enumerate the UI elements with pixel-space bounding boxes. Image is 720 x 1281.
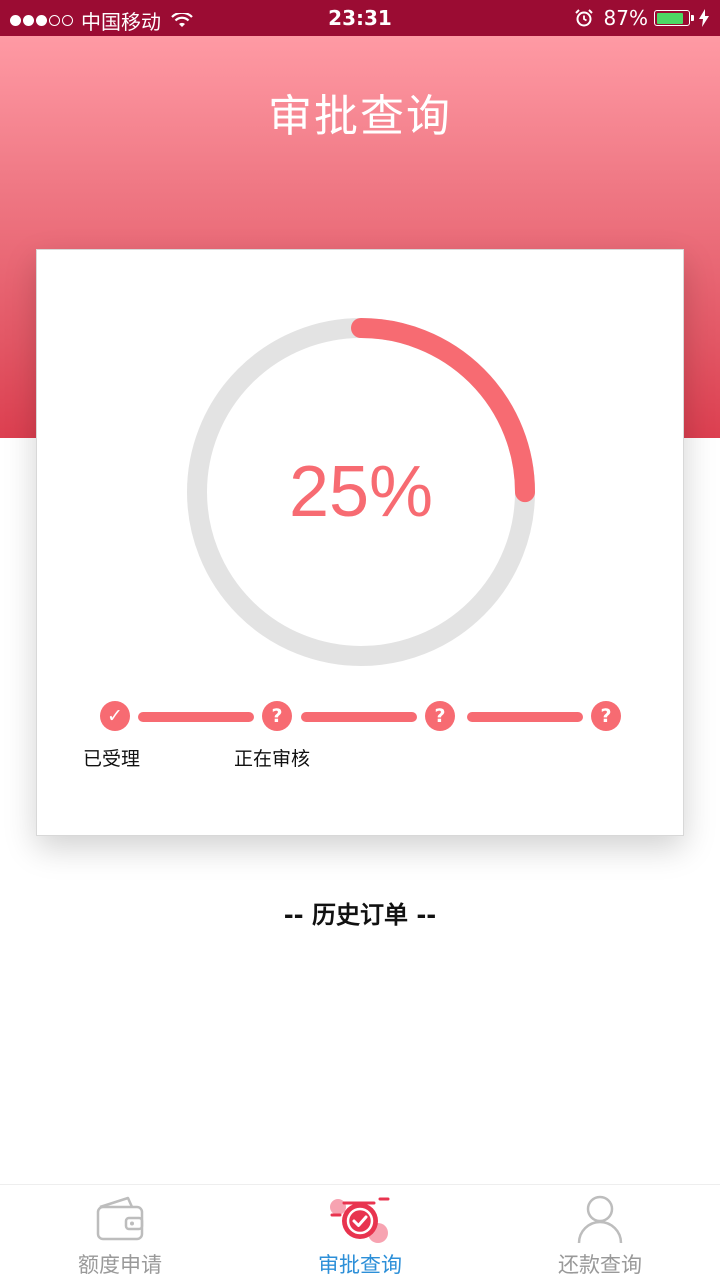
- step-connector-1: [138, 712, 254, 722]
- step-1-label: 已受理: [83, 748, 141, 770]
- tab-bar: 额度申请 审批查询 还款查询: [0, 1184, 720, 1281]
- battery-icon: [654, 10, 694, 26]
- wallet-icon: [96, 1196, 144, 1241]
- page-title: 审批查询: [268, 91, 452, 142]
- tab-repayment-query-label: 还款查询: [558, 1253, 642, 1277]
- step-3-question-icon: ?: [425, 701, 455, 731]
- step-connector-2: [301, 712, 417, 722]
- step-connector-3: [467, 712, 583, 722]
- approval-check-icon: [330, 1197, 390, 1243]
- progress-percent: 25%: [288, 452, 434, 532]
- status-right: 87%: [574, 6, 710, 30]
- tab-approval-query[interactable]: 审批查询: [240, 1185, 480, 1281]
- user-icon: [577, 1195, 623, 1244]
- step-1-check-icon: ✓: [100, 701, 130, 731]
- charging-icon: [699, 9, 709, 27]
- tab-approval-query-label: 审批查询: [318, 1253, 402, 1277]
- tab-credit-application[interactable]: 额度申请: [0, 1185, 240, 1281]
- step-2-label: 正在审核: [234, 748, 311, 770]
- step-4-question-icon: ?: [591, 701, 621, 731]
- status-bar: 中国移动 23:31 87%: [0, 0, 720, 36]
- alarm-icon: [574, 9, 593, 27]
- step-2-question-icon: ?: [262, 701, 292, 731]
- history-orders-title[interactable]: -- 历史订单 --: [0, 895, 720, 930]
- battery-percent: 87%: [603, 6, 648, 30]
- tab-repayment-query[interactable]: 还款查询: [480, 1185, 720, 1281]
- tab-credit-application-label: 额度申请: [78, 1253, 162, 1277]
- approval-progress-card: 25% ✓ ? ? ? 已受理 正在审核: [36, 249, 684, 836]
